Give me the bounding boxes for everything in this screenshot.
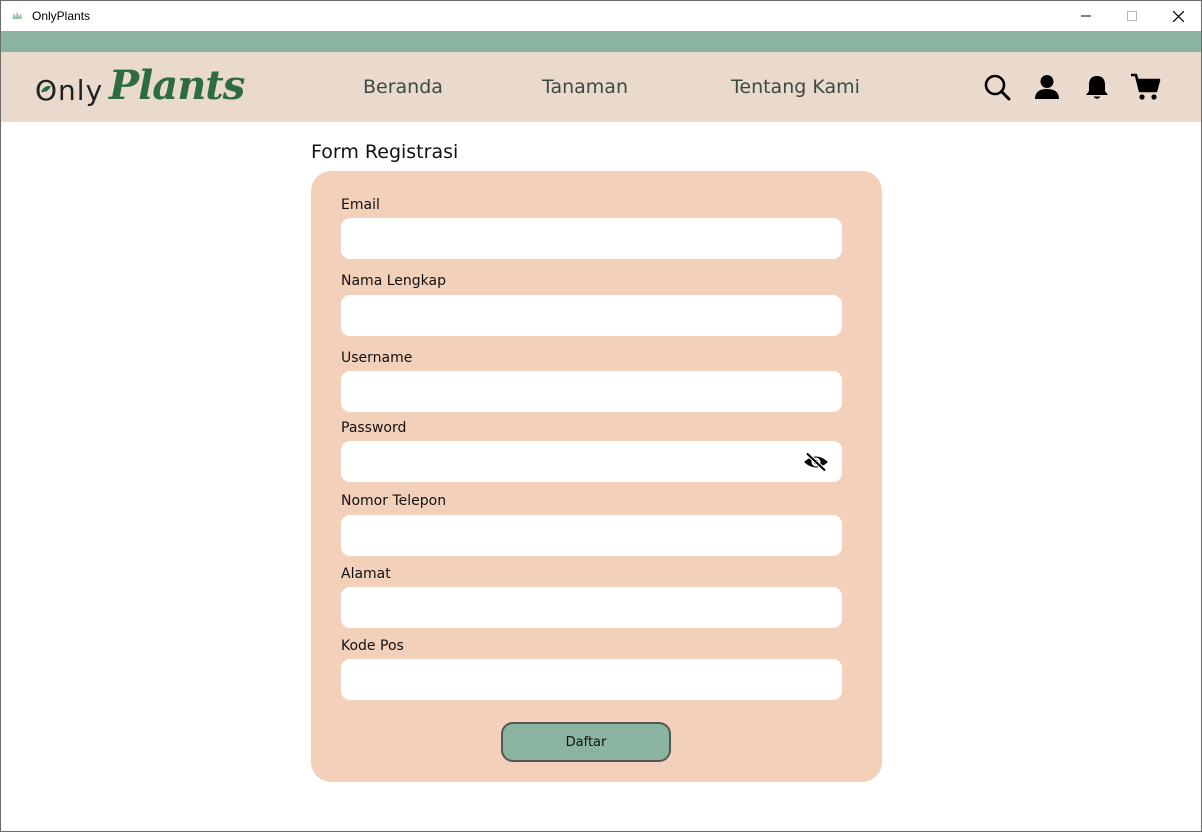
email-field[interactable] bbox=[341, 218, 842, 259]
close-icon bbox=[1172, 10, 1184, 22]
logo-text-plants: Plants bbox=[109, 62, 245, 109]
cart-icon bbox=[1131, 73, 1161, 100]
user-button[interactable] bbox=[1032, 72, 1062, 102]
search-icon bbox=[984, 74, 1011, 101]
close-button[interactable] bbox=[1155, 1, 1201, 31]
maximize-button[interactable] bbox=[1109, 1, 1155, 31]
search-button[interactable] bbox=[982, 72, 1012, 102]
full-name-label: Nama Lengkap bbox=[341, 273, 446, 289]
maximize-icon bbox=[1127, 11, 1137, 21]
nav-link-beranda[interactable]: Beranda bbox=[363, 76, 443, 98]
cart-button[interactable] bbox=[1130, 72, 1161, 102]
postal-code-field[interactable] bbox=[341, 659, 842, 700]
navbar: Only Plants Beranda Tanaman Tentang Kami bbox=[1, 52, 1201, 122]
user-icon bbox=[1035, 75, 1059, 99]
nav-link-tanaman[interactable]: Tanaman bbox=[542, 76, 628, 98]
username-label: Username bbox=[341, 350, 413, 366]
postal-code-label: Kode Pos bbox=[341, 638, 404, 654]
address-field[interactable] bbox=[341, 587, 842, 628]
app-window: OnlyPlants Only Plants Beranda Tanaman T… bbox=[0, 0, 1202, 832]
registration-form: Email Nama Lengkap Username Password Nom… bbox=[311, 171, 882, 782]
email-label: Email bbox=[341, 197, 380, 213]
app-icon bbox=[12, 11, 22, 19]
address-label: Alamat bbox=[341, 566, 391, 582]
form-title: Form Registrasi bbox=[311, 141, 459, 163]
nav-link-tentang-kami[interactable]: Tentang Kami bbox=[731, 76, 860, 98]
phone-field[interactable] bbox=[341, 515, 842, 556]
username-field[interactable] bbox=[341, 371, 842, 412]
submit-button[interactable]: Daftar bbox=[501, 722, 671, 762]
minimize-icon bbox=[1081, 15, 1091, 17]
full-name-field[interactable] bbox=[341, 295, 842, 336]
top-accent-strip bbox=[1, 31, 1201, 52]
window-title: OnlyPlants bbox=[32, 9, 91, 23]
leaf-icon bbox=[41, 85, 51, 93]
password-label: Password bbox=[341, 420, 407, 436]
title-bar: OnlyPlants bbox=[1, 1, 1201, 31]
notifications-button[interactable] bbox=[1082, 72, 1112, 102]
password-field[interactable] bbox=[341, 441, 842, 482]
eye-slash-icon[interactable] bbox=[802, 452, 830, 472]
logo[interactable]: Only Plants bbox=[33, 60, 245, 116]
minimize-button[interactable] bbox=[1063, 1, 1109, 31]
bell-icon bbox=[1086, 76, 1108, 99]
phone-label: Nomor Telepon bbox=[341, 493, 447, 509]
